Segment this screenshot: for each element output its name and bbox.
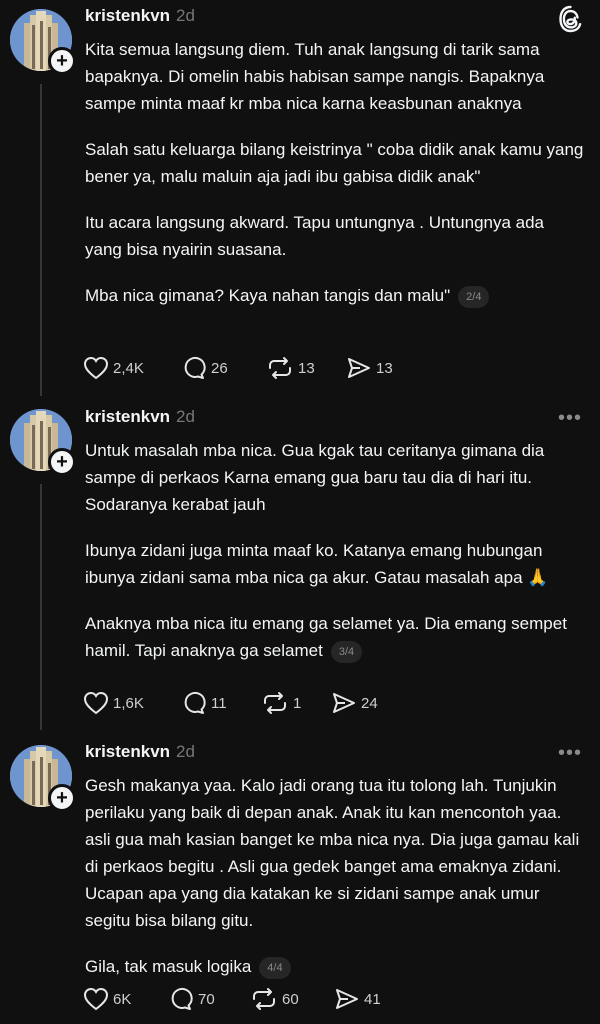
post-actions: 6K 70 60 41 <box>83 984 404 1014</box>
more-options-button[interactable]: ••• <box>558 742 582 765</box>
username-text[interactable]: kristenkvn <box>85 6 170 25</box>
share-icon <box>333 693 355 713</box>
repost-icon <box>269 357 291 379</box>
share-icon <box>348 358 370 378</box>
repost-count: 13 <box>298 359 315 377</box>
like-button[interactable]: 2,4K <box>83 356 181 380</box>
thread-connector-line <box>40 84 42 396</box>
share-count: 24 <box>361 694 378 712</box>
post-body: Kita semua langsung diem. Tuh anak langs… <box>85 36 585 309</box>
follow-plus-icon[interactable]: + <box>48 448 76 476</box>
reply-button[interactable]: 26 <box>181 356 266 380</box>
share-button[interactable]: 24 <box>331 691 401 715</box>
post-paragraph: Gesh makanya yaa. Kalo jadi orang tua it… <box>85 776 580 930</box>
repost-icon <box>253 988 275 1010</box>
post-time: 2d <box>176 742 195 761</box>
post-username[interactable]: kristenkvn 2d <box>85 742 195 762</box>
post-username[interactable]: kristenkvn 2d <box>85 407 195 427</box>
reply-icon <box>184 691 206 714</box>
thread-connector-line <box>40 484 42 730</box>
repost-count: 60 <box>282 990 299 1008</box>
share-icon <box>336 989 358 1009</box>
share-count: 41 <box>364 990 381 1008</box>
page-indicator: 2/4 <box>458 285 490 308</box>
like-count: 2,4K <box>113 359 144 377</box>
more-icon: ••• <box>557 742 582 764</box>
post-paragraph-last: Anaknya mba nica itu emang ga selamet ya… <box>85 610 585 664</box>
heart-icon <box>83 691 109 715</box>
post-username[interactable]: kristenkvn 2d <box>85 6 195 26</box>
post-paragraph: Salah satu keluarga bilang keistrinya " … <box>85 140 584 186</box>
share-button[interactable]: 41 <box>334 987 404 1011</box>
post-paragraph: Untuk masalah mba nica. Gua kgak tau cer… <box>85 441 545 514</box>
post-paragraph-last: Mba nica gimana? Kaya nahan tangis dan m… <box>85 282 585 309</box>
reply-count: 26 <box>211 359 228 377</box>
reply-count: 70 <box>198 990 215 1008</box>
share-button[interactable]: 13 <box>346 356 416 380</box>
follow-plus-icon[interactable]: + <box>48 47 76 75</box>
more-icon: ••• <box>557 407 582 429</box>
repost-button[interactable]: 1 <box>261 691 331 715</box>
more-options-button[interactable]: ••• <box>558 407 582 430</box>
post-actions: 2,4K 26 13 13 <box>83 353 416 383</box>
reply-button[interactable]: 70 <box>168 987 250 1011</box>
reply-icon <box>184 356 206 379</box>
like-count: 6K <box>113 990 132 1008</box>
reply-count: 11 <box>211 694 227 712</box>
post-actions: 1,6K 11 1 24 <box>83 688 401 718</box>
follow-plus-icon[interactable]: + <box>48 784 76 812</box>
page-indicator: 3/4 <box>330 640 363 663</box>
like-button[interactable]: 6K <box>83 987 168 1011</box>
reply-icon <box>171 987 193 1010</box>
post-time: 2d <box>176 407 195 426</box>
like-button[interactable]: 1,6K <box>83 691 181 715</box>
post-paragraph: Anaknya mba nica itu emang ga selamet ya… <box>85 614 567 660</box>
like-count: 1,6K <box>113 694 144 712</box>
repost-icon <box>264 692 286 714</box>
heart-icon <box>83 356 109 380</box>
post-time: 2d <box>176 6 195 25</box>
post-paragraph: Mba nica gimana? Kaya nahan tangis dan m… <box>85 286 451 305</box>
page-indicator: 4/4 <box>259 956 291 979</box>
username-text[interactable]: kristenkvn <box>85 407 170 426</box>
reply-button[interactable]: 11 <box>181 691 261 715</box>
repost-count: 1 <box>293 694 302 712</box>
repost-button[interactable]: 13 <box>266 356 346 380</box>
heart-icon <box>83 987 109 1011</box>
post-paragraph: Itu acara langsung akward. Tapu untungny… <box>85 213 545 259</box>
post-paragraph: Gila, tak masuk logika <box>85 957 252 976</box>
post-paragraph: Ibunya zidani juga minta maaf ko. Katany… <box>85 541 549 587</box>
post-body: Gesh makanya yaa. Kalo jadi orang tua it… <box>85 772 585 980</box>
threads-logo-icon[interactable] <box>558 4 584 39</box>
share-count: 13 <box>376 359 393 377</box>
username-text[interactable]: kristenkvn <box>85 742 170 761</box>
post-paragraph-last: Gila, tak masuk logika 4/4 <box>85 953 585 980</box>
repost-button[interactable]: 60 <box>250 987 334 1011</box>
post-body: Untuk masalah mba nica. Gua kgak tau cer… <box>85 437 585 664</box>
post-paragraph: Kita semua langsung diem. Tuh anak langs… <box>85 40 545 113</box>
